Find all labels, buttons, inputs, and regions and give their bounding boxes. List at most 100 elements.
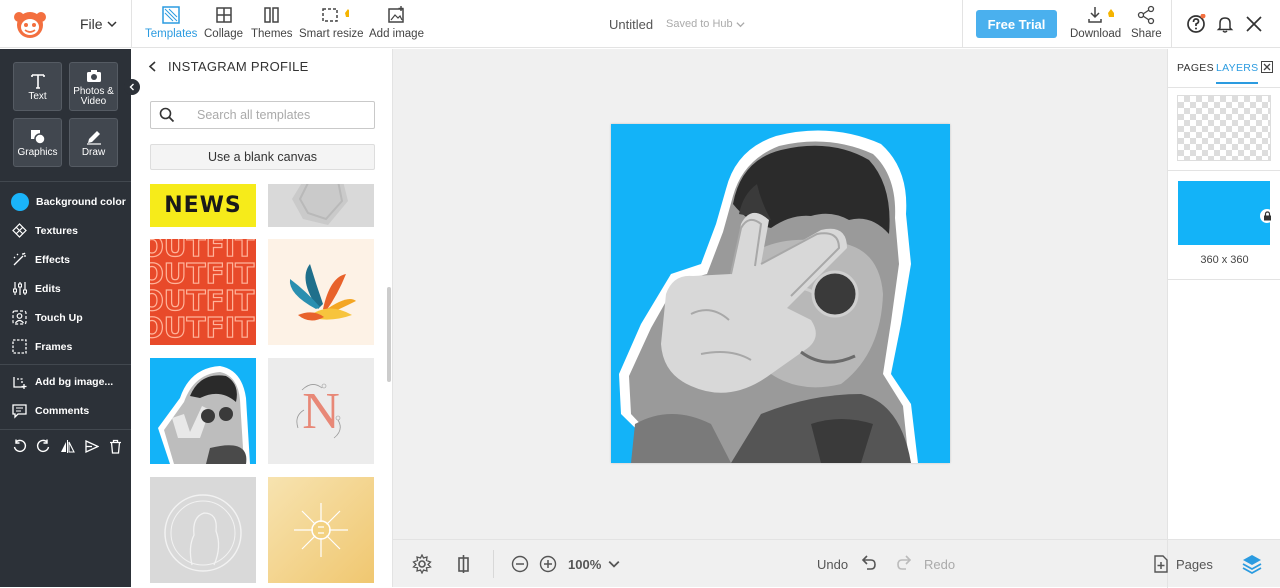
photos-video-button[interactable]: Photos & Video xyxy=(69,62,118,111)
layers-panel: PAGES LAYERS 360 x 360 xyxy=(1167,49,1280,539)
collage-tool[interactable]: Collage xyxy=(204,5,243,40)
news-text: NEWS xyxy=(164,193,242,218)
blank-canvas-button[interactable]: Use a blank canvas xyxy=(150,144,375,170)
template-hexagon[interactable] xyxy=(268,184,374,227)
settings-icon[interactable] xyxy=(412,554,432,574)
app-logo[interactable] xyxy=(13,7,47,41)
edits-item[interactable]: Edits xyxy=(11,280,61,297)
menu-item-label: Comments xyxy=(35,404,90,417)
layers-icon[interactable] xyxy=(1241,553,1263,575)
panel-title: INSTAGRAM PROFILE xyxy=(168,59,309,74)
bell-icon[interactable] xyxy=(1215,14,1235,34)
close-icon xyxy=(1263,63,1271,71)
collapse-panel-button[interactable] xyxy=(124,79,140,95)
sliders-icon xyxy=(13,282,27,295)
undo-label[interactable]: Undo xyxy=(817,557,848,572)
effects-item[interactable]: Effects xyxy=(11,251,70,268)
themes-tool[interactable]: Themes xyxy=(251,5,293,40)
redo-icon[interactable] xyxy=(895,554,915,574)
templates-tool[interactable]: Templates xyxy=(145,5,197,40)
document-title[interactable]: Untitled xyxy=(609,17,653,32)
outfit-text: OUTFIT xyxy=(150,311,255,344)
saved-status[interactable]: Saved to Hub xyxy=(666,18,745,30)
background-color-swatch xyxy=(11,193,29,211)
divider xyxy=(1168,87,1280,88)
file-menu[interactable]: File xyxy=(80,16,117,32)
draw-label: Draw xyxy=(81,146,106,158)
send-icon[interactable] xyxy=(84,439,99,454)
close-panel-button[interactable] xyxy=(1261,61,1273,73)
pages-label[interactable]: Pages xyxy=(1176,557,1213,572)
chevron-down-icon[interactable] xyxy=(608,558,620,570)
chevron-left-icon xyxy=(129,83,134,91)
divider xyxy=(0,364,131,365)
touch-up-item[interactable]: Touch Up xyxy=(11,309,83,326)
download-button[interactable]: Download xyxy=(1070,5,1121,40)
search-input[interactable] xyxy=(197,108,367,122)
undo-icon[interactable] xyxy=(12,439,27,454)
zoom-in-icon[interactable] xyxy=(539,554,557,574)
layer-background[interactable]: 360 x 360 xyxy=(1168,170,1280,280)
layer-background-preview[interactable] xyxy=(1178,181,1270,245)
layer-transparent[interactable] xyxy=(1177,95,1271,161)
templates-label: Templates xyxy=(145,28,198,40)
panel-scrollbar[interactable] xyxy=(387,287,391,382)
design-canvas[interactable] xyxy=(611,124,950,463)
redo-icon[interactable] xyxy=(36,439,51,454)
tab-pages[interactable]: PAGES xyxy=(1177,62,1214,74)
draw-button[interactable]: Draw xyxy=(69,118,118,167)
comments-item[interactable]: Comments xyxy=(11,402,89,419)
template-outfit[interactable]: OUTFIT OUTFIT OUTFIT OUTFIT xyxy=(150,239,256,345)
flip-icon[interactable] xyxy=(60,439,75,454)
graphics-button[interactable]: Graphics xyxy=(13,118,62,167)
text-button[interactable]: Text xyxy=(13,62,62,111)
lock-badge[interactable] xyxy=(1260,209,1274,223)
themes-icon xyxy=(264,7,279,23)
download-label: Download xyxy=(1070,28,1122,40)
tab-layers[interactable]: LAYERS xyxy=(1216,62,1259,84)
frames-item[interactable]: Frames xyxy=(11,338,72,355)
saved-status-label: Saved to Hub xyxy=(666,18,733,30)
template-peace-photo[interactable] xyxy=(150,358,256,464)
template-sun[interactable] xyxy=(268,477,374,583)
help-icon[interactable] xyxy=(1186,14,1206,34)
leaves-graphic xyxy=(289,264,356,321)
back-to-categories[interactable]: INSTAGRAM PROFILE xyxy=(148,59,309,74)
share-button[interactable]: Share xyxy=(1131,5,1162,40)
workspace xyxy=(393,49,1167,539)
history-controls xyxy=(12,439,123,454)
fit-to-screen-icon[interactable] xyxy=(454,554,474,574)
add-page-icon[interactable] xyxy=(1151,554,1171,574)
portrait-cutout-graphic[interactable] xyxy=(611,124,950,463)
background-color-item[interactable]: Background color xyxy=(11,193,126,211)
smart-resize-icon xyxy=(322,8,350,22)
zoom-level[interactable]: 100% xyxy=(568,557,601,572)
zoom-out-icon[interactable] xyxy=(511,554,529,574)
undo-icon[interactable] xyxy=(858,554,878,574)
file-menu-label: File xyxy=(80,16,103,32)
menu-item-label: Frames xyxy=(35,340,73,353)
textures-item[interactable]: Textures xyxy=(11,222,78,239)
divider xyxy=(0,181,131,182)
redo-label[interactable]: Redo xyxy=(924,557,955,572)
collage-label: Collage xyxy=(204,28,243,40)
template-news[interactable]: NEWS xyxy=(150,184,256,227)
add-image-icon xyxy=(388,6,405,23)
template-monogram[interactable]: N xyxy=(268,358,374,464)
magic-wand-icon xyxy=(13,252,26,266)
smart-resize-tool[interactable]: Smart resize xyxy=(299,5,364,40)
template-leaves[interactable] xyxy=(268,239,374,345)
monogram-letter: N xyxy=(302,383,340,440)
add-bg-image-item[interactable]: Add bg image... xyxy=(11,373,113,390)
outfit-text: OUTFIT xyxy=(150,284,255,317)
template-coin-portrait[interactable] xyxy=(150,477,256,583)
template-search[interactable] xyxy=(150,101,375,129)
add-image-tool[interactable]: Add image xyxy=(369,5,424,40)
trash-icon[interactable] xyxy=(108,439,123,454)
comment-icon xyxy=(12,404,27,419)
templates-panel: INSTAGRAM PROFILE Use a blank canvas NEW… xyxy=(131,49,393,587)
free-trial-button[interactable]: Free Trial xyxy=(976,10,1057,38)
template-grid: NEWS OUTFIT OUTFIT OUTFIT OUTFIT N xyxy=(131,184,393,587)
textures-icon xyxy=(12,223,27,238)
close-icon[interactable] xyxy=(1244,14,1264,34)
